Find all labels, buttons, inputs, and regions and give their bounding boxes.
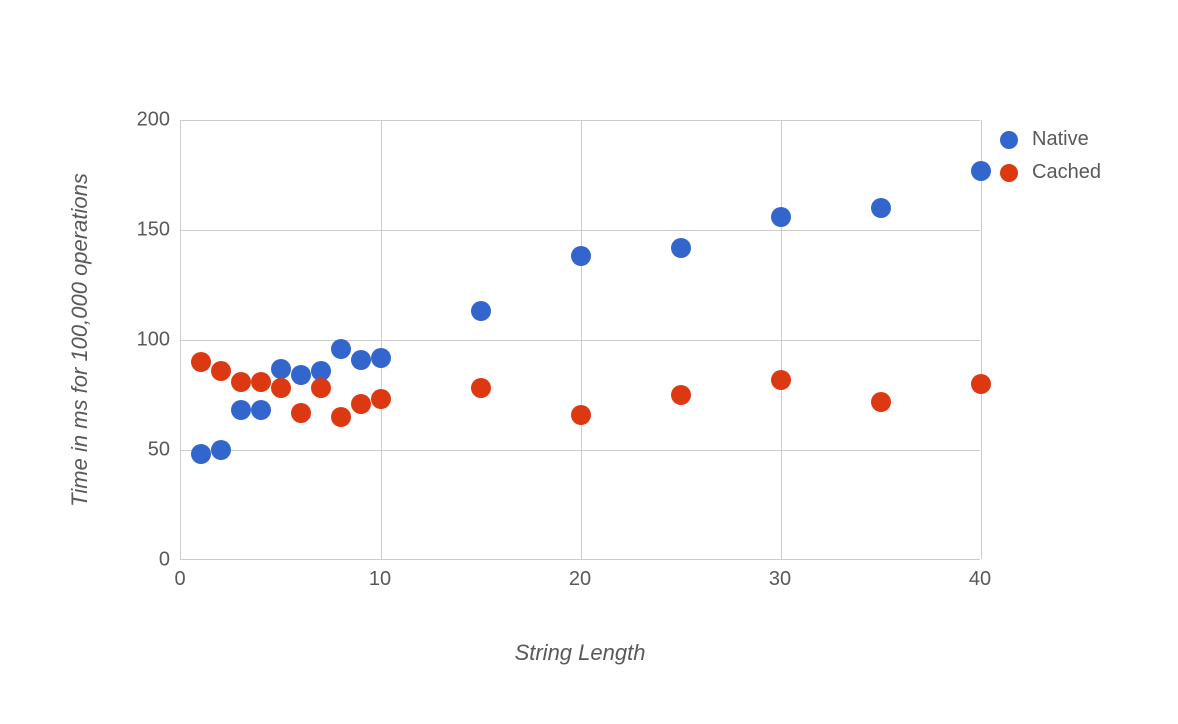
- data-point: [211, 440, 231, 460]
- legend-swatch-icon: [1000, 164, 1018, 182]
- y-axis-label: Time in ms for 100,000 operations: [67, 173, 93, 507]
- data-point: [671, 238, 691, 258]
- data-point: [271, 359, 291, 379]
- grid-line-vertical: [581, 120, 582, 559]
- data-point: [331, 407, 351, 427]
- data-point: [211, 361, 231, 381]
- x-tick-label: 0: [174, 568, 185, 591]
- legend-item[interactable]: Native: [1000, 128, 1101, 151]
- data-point: [871, 392, 891, 412]
- data-point: [331, 339, 351, 359]
- grid-line-vertical: [381, 120, 382, 559]
- data-point: [231, 372, 251, 392]
- data-point: [971, 374, 991, 394]
- data-point: [311, 378, 331, 398]
- grid-line-vertical: [981, 120, 982, 559]
- y-tick-label: 150: [120, 219, 170, 242]
- grid-line-vertical: [781, 120, 782, 559]
- data-point: [871, 198, 891, 218]
- x-tick-label: 30: [769, 568, 791, 591]
- data-point: [231, 400, 251, 420]
- data-point: [971, 161, 991, 181]
- y-tick-label: 200: [120, 109, 170, 132]
- data-point: [771, 207, 791, 227]
- data-point: [191, 352, 211, 372]
- x-tick-label: 40: [969, 568, 991, 591]
- y-tick-label: 0: [120, 549, 170, 572]
- x-tick-label: 20: [569, 568, 591, 591]
- data-point: [571, 246, 591, 266]
- y-tick-label: 50: [120, 439, 170, 462]
- data-point: [471, 301, 491, 321]
- legend-swatch-icon: [1000, 131, 1018, 149]
- data-point: [351, 350, 371, 370]
- data-point: [371, 348, 391, 368]
- data-point: [351, 394, 371, 414]
- scatter-chart: Time in ms for 100,000 operations String…: [0, 0, 1178, 724]
- x-axis-label: String Length: [515, 640, 646, 666]
- data-point: [191, 444, 211, 464]
- y-tick-label: 100: [120, 329, 170, 352]
- legend-item[interactable]: Cached: [1000, 161, 1101, 184]
- legend-label: Cached: [1032, 161, 1101, 184]
- data-point: [671, 385, 691, 405]
- data-point: [251, 372, 271, 392]
- data-point: [291, 365, 311, 385]
- x-tick-label: 10: [369, 568, 391, 591]
- data-point: [251, 400, 271, 420]
- data-point: [291, 403, 311, 423]
- data-point: [471, 378, 491, 398]
- data-point: [571, 405, 591, 425]
- plot-area: [180, 120, 980, 560]
- legend: Native Cached: [1000, 128, 1101, 194]
- data-point: [771, 370, 791, 390]
- data-point: [271, 378, 291, 398]
- legend-label: Native: [1032, 128, 1089, 151]
- data-point: [371, 389, 391, 409]
